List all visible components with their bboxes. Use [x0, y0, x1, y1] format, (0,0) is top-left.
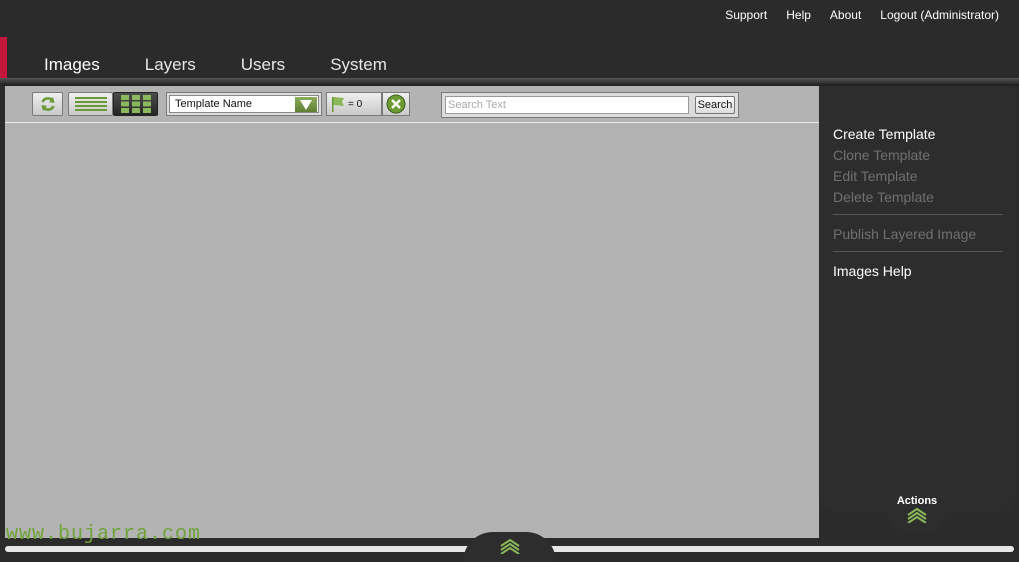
grid-view-icon	[120, 95, 151, 113]
delete-template-action: Delete Template	[833, 189, 934, 205]
search-box: Search	[441, 92, 739, 118]
search-button[interactable]: Search	[695, 96, 735, 114]
sort-select-wrapper: Template Name	[166, 92, 322, 116]
edit-template-action: Edit Template	[833, 168, 918, 184]
top-nav: Support Help About Logout (Administrator…	[725, 8, 999, 22]
flag-icon	[332, 97, 344, 112]
list-view-icon	[74, 97, 107, 111]
logout-link[interactable]: Logout (Administrator)	[880, 8, 999, 22]
sort-select[interactable]: Template Name	[169, 95, 319, 113]
about-link[interactable]: About	[830, 8, 861, 22]
toolbar: Template Name = 0 Search	[5, 86, 819, 123]
actions-divider	[833, 251, 1003, 252]
grid-view-button[interactable]	[113, 92, 158, 116]
clear-icon	[386, 94, 406, 114]
clear-filter-button[interactable]	[382, 92, 410, 116]
create-template-action[interactable]: Create Template	[833, 124, 1003, 145]
chevron-up-icon	[499, 538, 520, 554]
sort-select-value: Template Name	[175, 98, 253, 110]
content-area: Template Name = 0 Search	[5, 86, 819, 538]
help-link[interactable]: Help	[786, 8, 811, 22]
actions-divider	[833, 214, 1003, 215]
flag-count: = 0	[348, 98, 363, 110]
refresh-icon	[40, 97, 55, 111]
watermark: www.bujarra.com	[6, 523, 202, 546]
images-help-action[interactable]: Images Help	[833, 261, 1003, 282]
actions-panel: Create Template Clone Template Edit Temp…	[819, 86, 1015, 511]
flag-filter-button[interactable]: = 0	[326, 92, 382, 116]
actions-label: Actions	[896, 495, 938, 507]
tab-divider	[0, 78, 1019, 86]
list-view-button[interactable]	[68, 92, 113, 116]
actions-toggle[interactable]: Actions	[886, 490, 948, 534]
support-link[interactable]: Support	[725, 8, 767, 22]
actions-list: Create Template Clone Template Edit Temp…	[833, 124, 1003, 282]
refresh-button[interactable]	[32, 92, 63, 116]
dropdown-arrow-icon[interactable]	[295, 97, 317, 112]
publish-layered-image-action: Publish Layered Image	[833, 226, 977, 242]
search-input[interactable]	[445, 96, 689, 114]
chevron-up-icon	[907, 507, 927, 524]
clone-template-action: Clone Template	[833, 147, 931, 163]
